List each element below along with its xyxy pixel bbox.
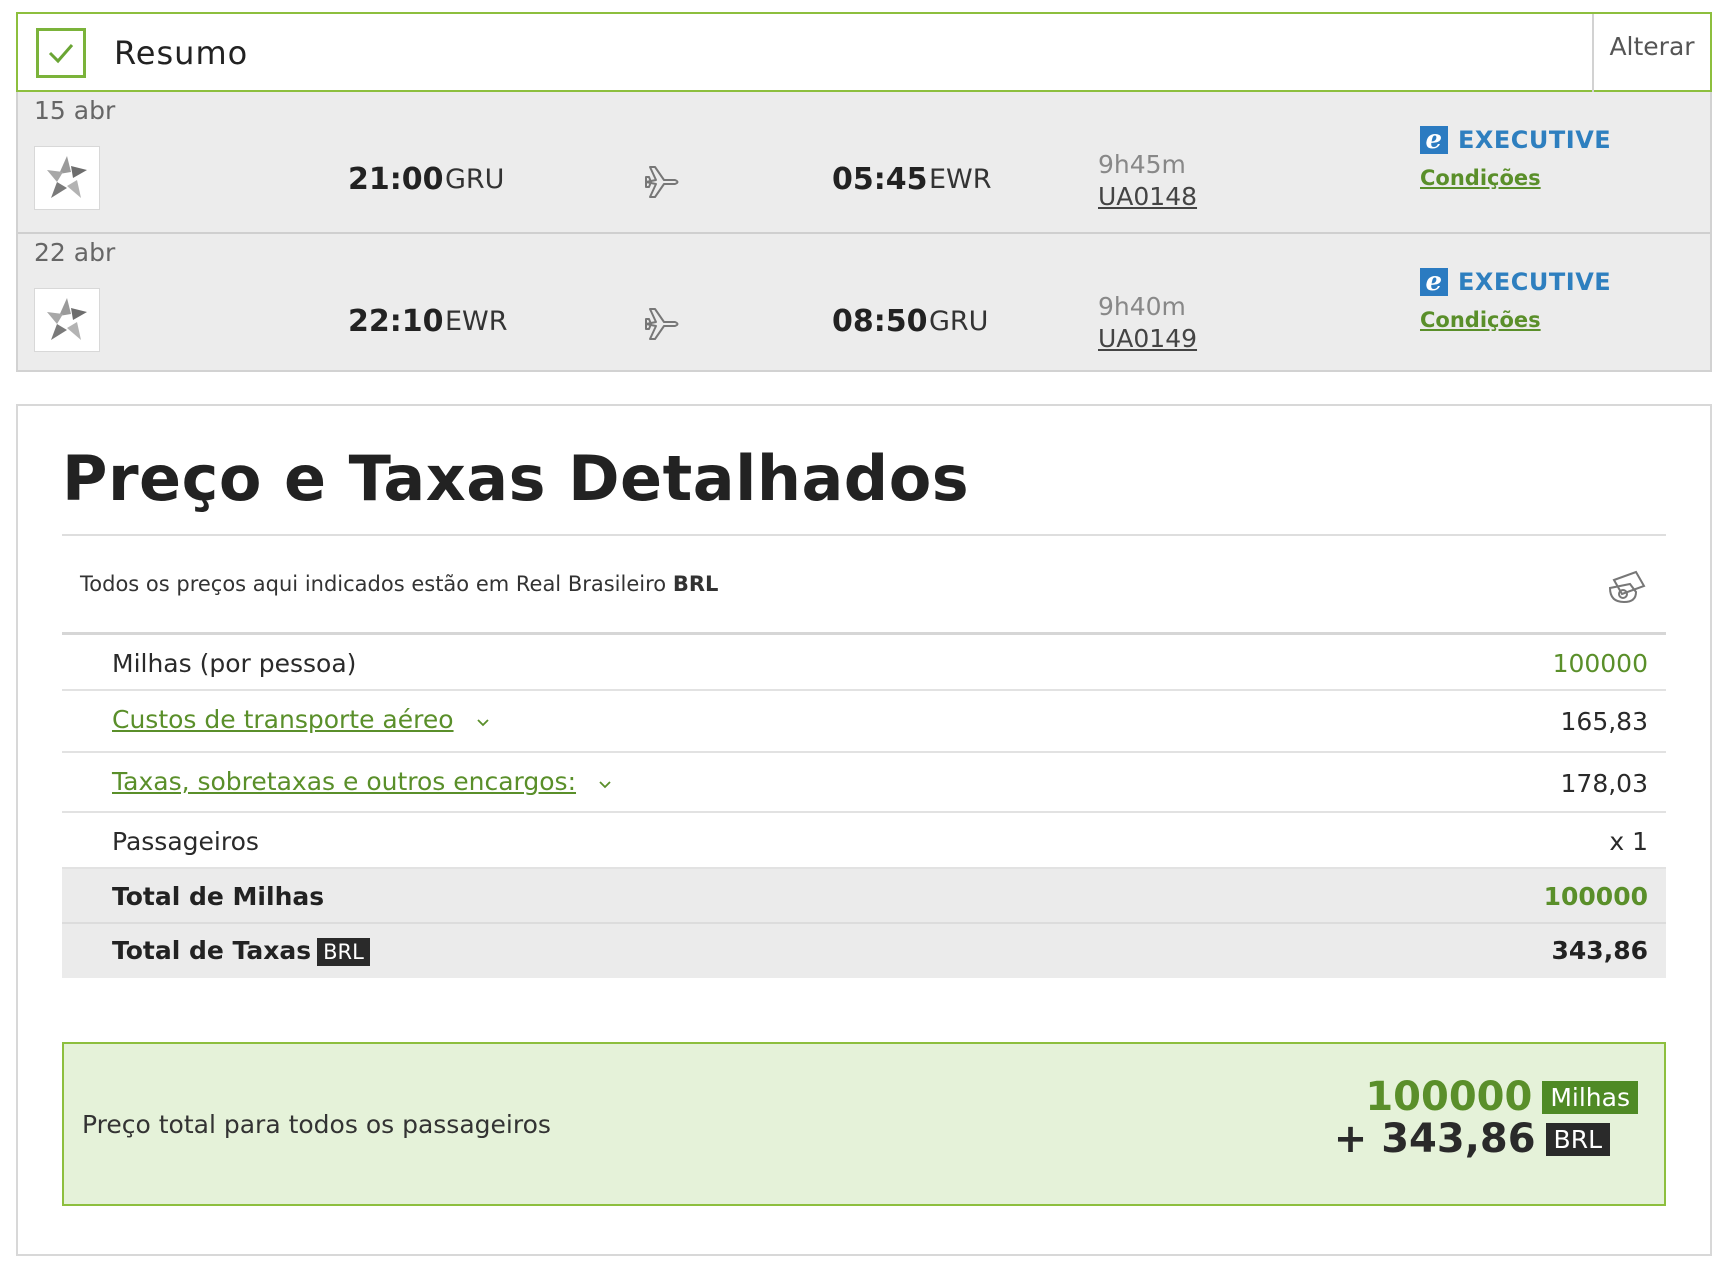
flight-number-link[interactable]: UA0149 (1098, 324, 1197, 353)
total-miles-row: Total de Milhas 100000 (62, 869, 1666, 924)
check-icon (36, 28, 86, 78)
executive-icon: e (1420, 126, 1448, 154)
departure-airport: EWR (445, 306, 508, 337)
taxes-row: Taxas, sobretaxas e outros encargos: 178… (62, 753, 1666, 813)
grand-total-miles-value: 100000 (1365, 1074, 1533, 1120)
row-label: Taxas, sobretaxas e outros encargos: (112, 767, 577, 796)
divider (62, 534, 1666, 536)
departure-time: 22:10 (348, 304, 444, 339)
price-panel: Preço e Taxas Detalhados Todos os preços… (16, 404, 1712, 1256)
grand-total-label: Preço total para todos os passageiros (82, 1110, 551, 1139)
departure-airport: GRU (445, 164, 505, 195)
row-value: 343,86 (1551, 936, 1648, 965)
airline-logo (34, 146, 100, 210)
arrival-time: 08:50 (832, 304, 928, 339)
air-transport-toggle[interactable]: Custos de transporte aéreo (112, 705, 490, 734)
miles-row: Milhas (por pessoa) 100000 (62, 635, 1666, 691)
change-button[interactable]: Alterar (1592, 14, 1710, 92)
miles-badge: Milhas (1542, 1080, 1638, 1114)
row-value: 165,83 (1560, 707, 1648, 736)
row-label: Milhas (por pessoa) (112, 649, 357, 678)
price-title: Preço e Taxas Detalhados (62, 442, 970, 515)
conditions-link[interactable]: Condições (1420, 166, 1541, 190)
currency-code: BRL (672, 572, 719, 596)
star-alliance-icon (47, 298, 87, 340)
flight-row-outbound: 15 abr 21:00 GRU 05:45 EWR 9h45m UA0148 … (18, 92, 1710, 230)
flight-duration: 9h45m (1098, 150, 1186, 179)
chevron-down-icon (598, 767, 612, 796)
flight-number-link[interactable]: UA0148 (1098, 182, 1197, 211)
row-value: 100000 (1543, 882, 1648, 911)
total-taxes-row: Total de Taxas BRL 343,86 (62, 924, 1666, 978)
row-label: Total de Milhas (112, 882, 325, 911)
cabin-class: e EXECUTIVE (1420, 268, 1611, 296)
arrival-time: 05:45 (832, 162, 928, 197)
row-value: 100000 (1552, 649, 1648, 678)
grand-total-brl-value: + 343,86 (1333, 1116, 1536, 1162)
row-label: Passageiros (112, 827, 259, 856)
taxes-toggle[interactable]: Taxas, sobretaxas e outros encargos: (112, 767, 612, 796)
grand-total-box: Preço total para todos os passageiros 10… (62, 1042, 1666, 1206)
grand-total-brl: + 343,86 BRL (1334, 1116, 1610, 1162)
currency-badge: BRL (317, 938, 370, 966)
arrival-airport: EWR (929, 164, 992, 195)
row-value: x 1 (1609, 827, 1648, 856)
money-bag-icon (1606, 566, 1648, 610)
passengers-row: Passageiros x 1 (62, 813, 1666, 869)
currency-note: Todos os preços aqui indicados estão em … (80, 572, 718, 596)
row-value: 178,03 (1560, 769, 1648, 798)
flight-date: 15 abr (34, 96, 116, 125)
chevron-down-icon (476, 705, 490, 734)
summary-header: Resumo Alterar (16, 12, 1712, 92)
arrival-airport: GRU (929, 306, 989, 337)
cabin-class: e EXECUTIVE (1420, 126, 1611, 154)
flight-duration: 9h40m (1098, 292, 1186, 321)
flight-row-return: 22 abr 22:10 EWR 08:50 GRU 9h40m UA0149 … (18, 232, 1710, 370)
plane-icon (642, 162, 682, 206)
currency-badge: BRL (1545, 1122, 1610, 1156)
row-label: Total de Taxas (112, 936, 312, 965)
conditions-link[interactable]: Condições (1420, 308, 1541, 332)
airline-logo (34, 288, 100, 352)
plane-icon (642, 304, 682, 348)
air-transport-row: Custos de transporte aéreo 165,83 (62, 691, 1666, 753)
flight-date: 22 abr (34, 238, 116, 267)
star-alliance-icon (47, 156, 87, 198)
cabin-label: EXECUTIVE (1458, 268, 1612, 296)
cabin-label: EXECUTIVE (1458, 126, 1612, 154)
executive-icon: e (1420, 268, 1448, 296)
row-label: Custos de transporte aéreo (112, 705, 454, 734)
currency-note-text: Todos os preços aqui indicados estão em … (80, 572, 667, 596)
row-label-wrap: Total de Taxas BRL (112, 936, 370, 966)
summary-title: Resumo (114, 34, 249, 72)
departure-time: 21:00 (348, 162, 444, 197)
grand-total-miles: 100000 Milhas (1365, 1074, 1638, 1120)
